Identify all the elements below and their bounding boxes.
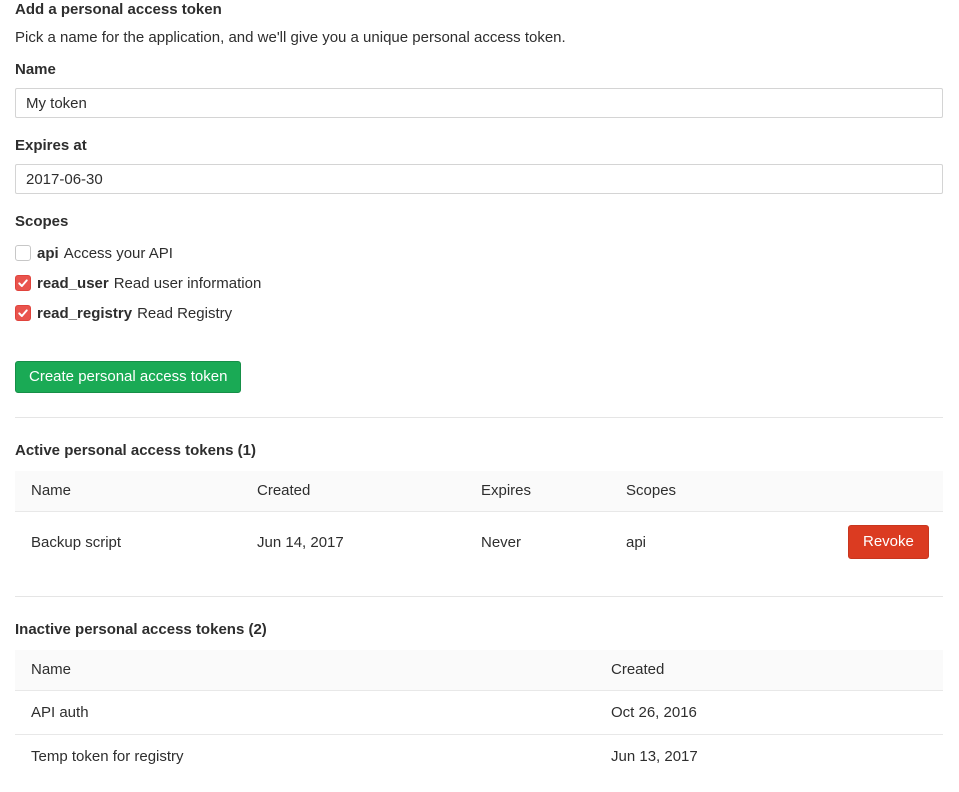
scopes-label: Scopes: [15, 214, 943, 230]
scope-name: read_registry: [37, 305, 132, 322]
column-header-actions: [832, 471, 943, 512]
name-form-group: Name: [15, 62, 943, 118]
scope-row-api[interactable]: api Access your API: [15, 245, 943, 261]
token-name-cell: Temp token for registry: [15, 735, 595, 779]
inactive-table-header-row: Name Created: [15, 650, 943, 691]
scope-description: Read Registry: [137, 305, 232, 322]
personal-access-tokens-page: Add a personal access token Pick a name …: [0, 0, 959, 778]
table-row: Temp token for registry Jun 13, 2017: [15, 735, 943, 779]
revoke-button[interactable]: Revoke: [848, 525, 929, 559]
scope-name: api: [37, 245, 59, 262]
page-title: Add a personal access token: [15, 1, 943, 18]
name-label: Name: [15, 62, 943, 78]
checkmark-icon: [17, 307, 29, 319]
inactive-tokens-table: Name Created API auth Oct 26, 2016 Temp …: [15, 650, 943, 778]
scopes-form-group: Scopes api Access your API read_user Rea…: [15, 214, 943, 321]
scope-row-read-registry[interactable]: read_registry Read Registry: [15, 305, 943, 321]
column-header-name: Name: [15, 471, 241, 512]
active-tokens-table: Name Created Expires Scopes Backup scrip…: [15, 471, 943, 572]
column-header-created: Created: [595, 650, 943, 691]
token-created-cell: Oct 26, 2016: [595, 691, 943, 735]
column-header-scopes: Scopes: [610, 471, 832, 512]
column-header-created: Created: [241, 471, 465, 512]
token-name-cell: Backup script: [15, 512, 241, 573]
column-header-expires: Expires: [465, 471, 610, 512]
table-row: Backup script Jun 14, 2017 Never api Rev…: [15, 512, 943, 573]
token-name-input[interactable]: [15, 88, 943, 118]
token-action-cell: Revoke: [832, 512, 943, 573]
create-token-button[interactable]: Create personal access token: [15, 361, 241, 393]
scope-checkbox-api[interactable]: [15, 245, 31, 261]
section-divider: [15, 596, 943, 597]
inactive-tokens-title: Inactive personal access tokens (2): [15, 621, 943, 638]
token-name-cell: API auth: [15, 691, 595, 735]
scope-checkbox-read-user[interactable]: [15, 275, 31, 291]
token-scopes-cell: api: [610, 512, 832, 573]
expires-at-label: Expires at: [15, 138, 943, 154]
active-tokens-title: Active personal access tokens (1): [15, 442, 943, 459]
token-expires-cell: Never: [465, 512, 610, 573]
scope-row-read-user[interactable]: read_user Read user information: [15, 275, 943, 291]
expires-at-input[interactable]: [15, 164, 943, 194]
token-created-cell: Jun 13, 2017: [595, 735, 943, 779]
expires-form-group: Expires at: [15, 138, 943, 194]
section-divider: [15, 417, 943, 418]
scope-name: read_user: [37, 275, 109, 292]
column-header-name: Name: [15, 650, 595, 691]
checkmark-icon: [17, 277, 29, 289]
table-row: API auth Oct 26, 2016: [15, 691, 943, 735]
scope-description: Read user information: [114, 275, 262, 292]
active-table-header-row: Name Created Expires Scopes: [15, 471, 943, 512]
token-created-cell: Jun 14, 2017: [241, 512, 465, 573]
page-description: Pick a name for the application, and we'…: [15, 30, 943, 46]
scope-checkbox-read-registry[interactable]: [15, 305, 31, 321]
scope-description: Access your API: [64, 245, 173, 262]
